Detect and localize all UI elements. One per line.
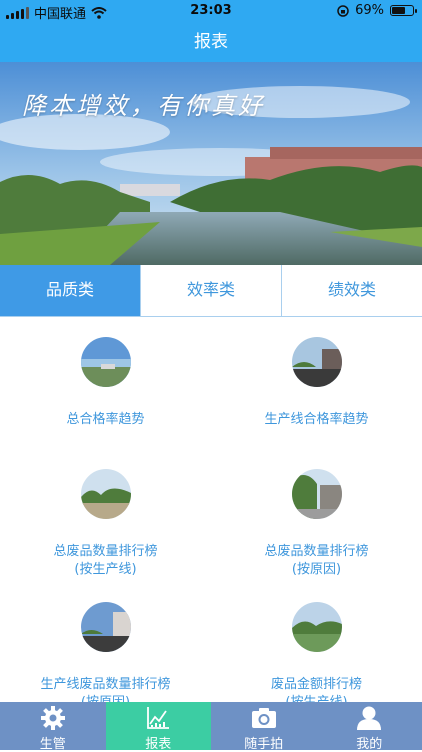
battery-icon: [390, 5, 414, 16]
gear-icon: [40, 705, 66, 731]
report-label: 生产线废品数量排行榜(按原因): [0, 676, 211, 702]
report-label: 总废品数量排行榜(按生产线): [0, 543, 211, 579]
bottom-nav: 生管 报表 随手拍 我的: [0, 702, 422, 750]
report-total-pass-rate-trend[interactable]: 总合格率趋势: [0, 337, 211, 429]
camera-icon: [251, 705, 277, 731]
tab-performance[interactable]: 绩效类: [281, 265, 422, 316]
tab-efficiency[interactable]: 效率类: [140, 265, 281, 316]
nav-production[interactable]: 生管: [0, 702, 106, 750]
report-line-scrap-by-reason[interactable]: 生产线废品数量排行榜(按原因): [0, 602, 211, 702]
report-thumbnail: [292, 469, 342, 519]
nav-mine[interactable]: 我的: [317, 702, 422, 750]
battery-percent: 69%: [355, 3, 384, 18]
report-label: 废品金额排行榜(按生产线): [211, 676, 422, 702]
report-thumbnail: [292, 337, 342, 387]
report-grid: 总合格率趋势 生产线合格率趋势 总废品数量排行榜(按生产线) 总废品数量排行榜(…: [0, 317, 422, 702]
nav-snapshot[interactable]: 随手拍: [211, 702, 317, 750]
report-thumbnail: [81, 469, 131, 519]
banner-slogan: 降本增效，有你真好: [22, 86, 265, 121]
tab-quality[interactable]: 品质类: [0, 265, 140, 316]
status-bar: 中国联通 23:03 69%: [0, 0, 422, 22]
report-thumbnail: [81, 337, 131, 387]
report-thumbnail: [81, 602, 131, 652]
page-title: 报表: [0, 22, 422, 62]
report-label: 总废品数量排行榜(按原因): [211, 543, 422, 579]
nav-label: 我的: [317, 733, 422, 752]
user-icon: [356, 705, 382, 731]
report-thumbnail: [292, 602, 342, 652]
nav-label: 随手拍: [211, 733, 317, 752]
orientation-lock-icon: [337, 5, 349, 17]
chart-icon: [145, 705, 171, 731]
report-total-scrap-by-reason[interactable]: 总废品数量排行榜(按原因): [211, 469, 422, 579]
nav-reports[interactable]: 报表: [106, 702, 212, 750]
report-line-pass-rate-trend[interactable]: 生产线合格率趋势: [211, 337, 422, 429]
nav-label: 报表: [106, 733, 212, 752]
report-label: 生产线合格率趋势: [211, 411, 422, 429]
report-total-scrap-by-line[interactable]: 总废品数量排行榜(按生产线): [0, 469, 211, 579]
report-label: 总合格率趋势: [0, 411, 211, 429]
banner-image: 降本增效，有你真好: [0, 62, 422, 265]
category-tabs: 品质类 效率类 绩效类: [0, 265, 422, 317]
nav-label: 生管: [0, 733, 106, 752]
report-scrap-amount-by-line[interactable]: 废品金额排行榜(按生产线): [211, 602, 422, 702]
